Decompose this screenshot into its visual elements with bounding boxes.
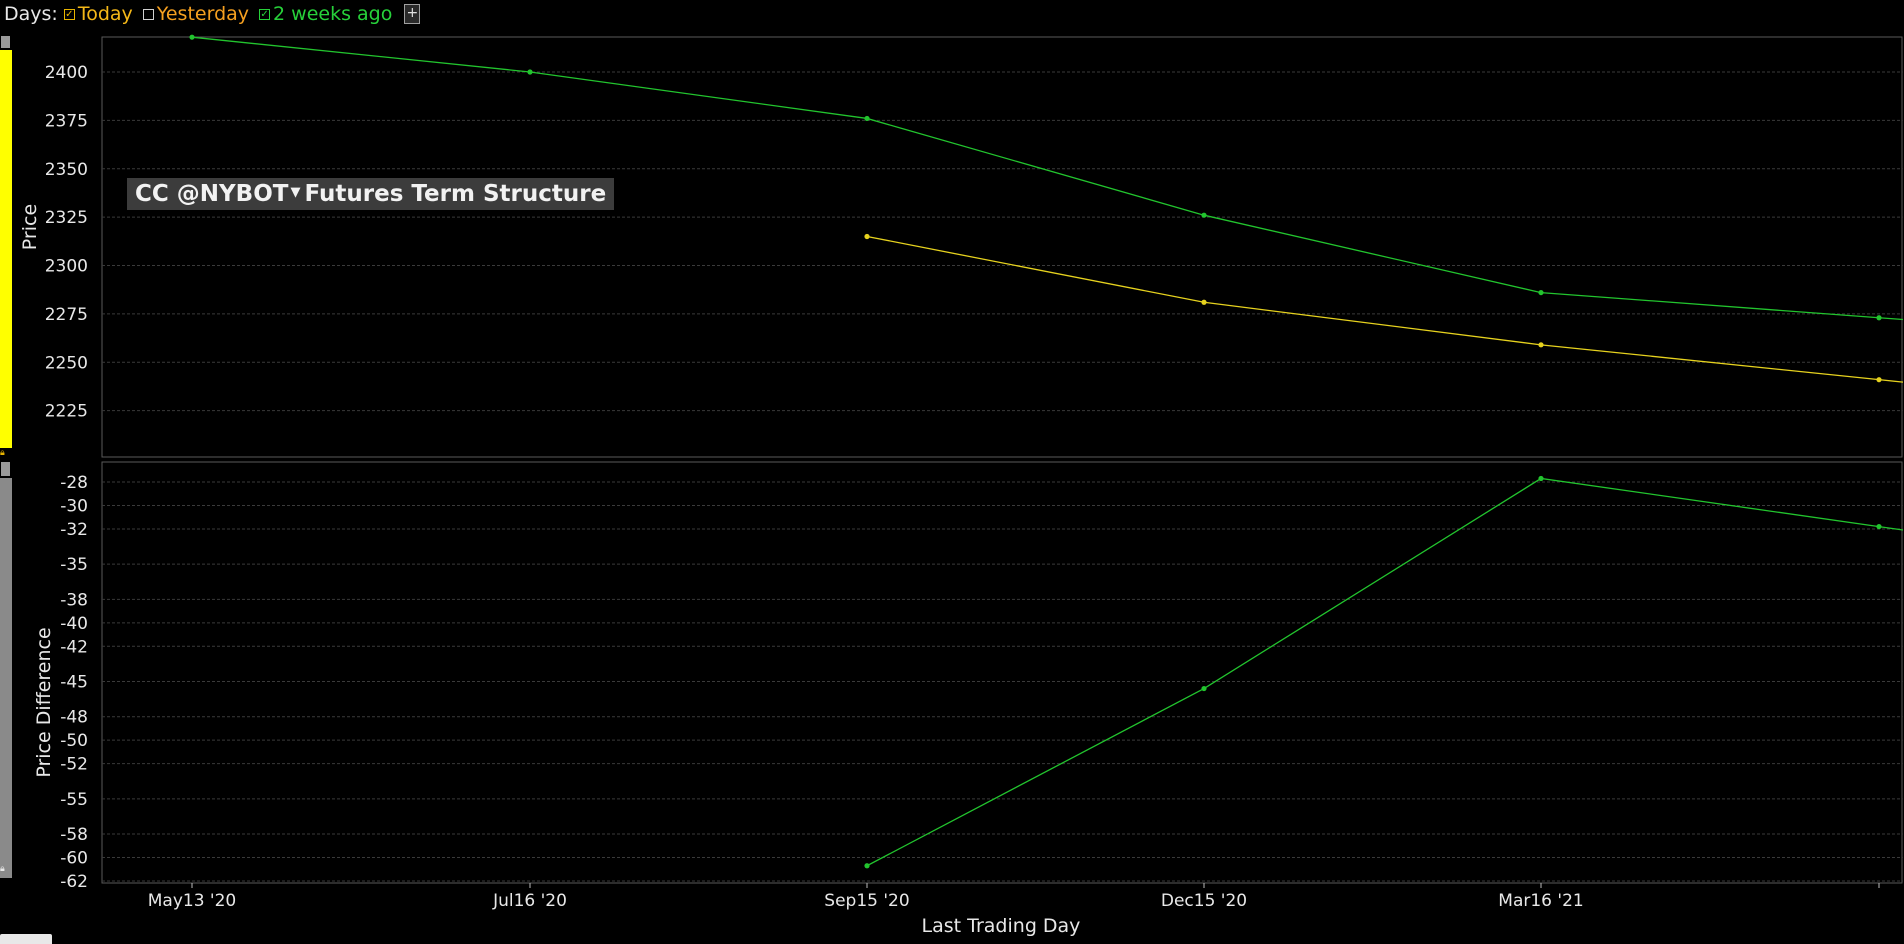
panel-border — [101, 36, 1903, 458]
y-axis-title: Price Difference — [33, 627, 55, 777]
panel-border — [101, 461, 1903, 884]
data-point — [189, 34, 195, 40]
y-tick-label: -42 — [60, 637, 88, 657]
data-point — [1876, 377, 1882, 383]
y-tick-label: -32 — [60, 520, 88, 540]
chart-title-ticker: CC @NYBOT — [135, 181, 289, 207]
x-tick-label: May13 '20 — [148, 891, 237, 911]
y-axis-title: Price — [19, 204, 41, 250]
y-tick-label: -62 — [60, 872, 88, 892]
series-line — [866, 477, 1904, 867]
y-tick-label: 2225 — [45, 402, 88, 422]
y-tick-label: 2275 — [45, 305, 88, 325]
y-tick-label: -50 — [60, 731, 88, 751]
y-tick-label: 2350 — [45, 160, 88, 180]
corner-button[interactable] — [0, 934, 52, 944]
data-point — [527, 69, 533, 75]
chevron-down-icon[interactable]: ▼ — [290, 185, 300, 200]
series-line — [866, 235, 1904, 383]
y-tick-label: -60 — [60, 849, 88, 869]
y-tick-label: -35 — [60, 555, 88, 575]
data-point — [1876, 523, 1882, 530]
y-tick-label: 2375 — [45, 111, 88, 131]
y-tick-label: -48 — [60, 708, 88, 728]
y-tick-label: -58 — [60, 825, 88, 845]
futures-term-structure-chart: 2225 2250 2275 2300 2325 2350 2375 2400 Price -62… — [19, 34, 1904, 937]
chart-title[interactable]: CC @NYBOT ▼ Futures Term Structure — [127, 178, 615, 210]
data-point — [1201, 685, 1207, 692]
data-point — [1538, 475, 1544, 482]
y-tick-label: 2300 — [45, 257, 88, 277]
y-tick-label: -40 — [60, 614, 88, 634]
y-tick-label: -28 — [60, 473, 88, 493]
y-tick-label: 2400 — [45, 63, 88, 83]
x-tick-label: Mar16 '21 — [1498, 891, 1583, 911]
data-point — [1538, 289, 1544, 296]
y-tick-label: -38 — [60, 590, 88, 610]
x-axis-title: Last Trading Day — [922, 915, 1081, 937]
data-point — [864, 115, 870, 122]
data-point — [864, 863, 870, 869]
data-point — [1201, 299, 1207, 305]
data-point — [864, 233, 870, 240]
y-tick-label: -30 — [60, 496, 88, 516]
data-point — [1876, 315, 1882, 321]
x-tick-label: Sep15 '20 — [824, 891, 909, 911]
chart-title-text: Futures Term Structure — [304, 181, 607, 207]
y-tick-label: 2325 — [45, 208, 88, 228]
y-tick-label: 2250 — [45, 353, 88, 373]
y-tick-label: -55 — [60, 790, 88, 810]
data-point — [1201, 212, 1207, 218]
x-tick-label: Jul16 '20 — [492, 891, 567, 911]
data-point — [1538, 342, 1544, 348]
y-tick-label: -45 — [60, 673, 88, 693]
y-tick-label: -52 — [60, 755, 88, 775]
x-tick-label: Dec15 '20 — [1161, 891, 1247, 911]
